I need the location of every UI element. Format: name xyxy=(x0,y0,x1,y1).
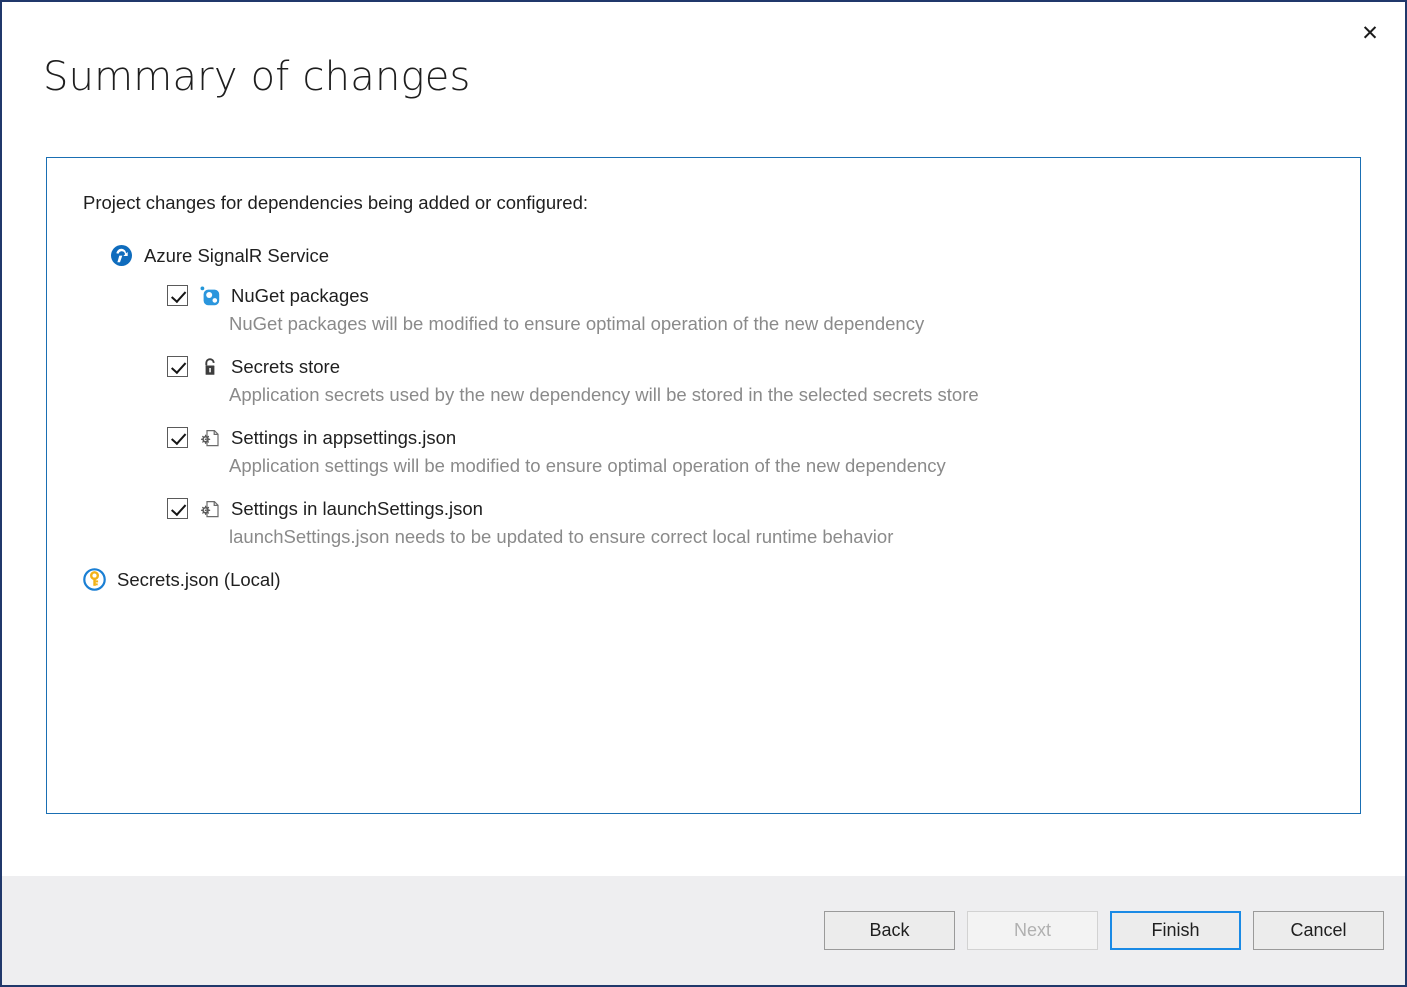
secrets-json-label: Secrets.json (Local) xyxy=(117,569,280,591)
changes-panel: Project changes for dependencies being a… xyxy=(46,157,1361,814)
dependency-header: Azure SignalR Service xyxy=(110,244,1324,267)
nuget-package-icon xyxy=(198,284,221,307)
settings-file-icon xyxy=(198,497,221,520)
key-icon xyxy=(83,568,106,591)
lock-icon xyxy=(198,355,221,378)
change-description: launchSettings.json needs to be updated … xyxy=(229,526,1324,548)
change-row[interactable]: NuGet packages xyxy=(167,284,1324,307)
close-icon[interactable]: ✕ xyxy=(1351,16,1389,50)
change-row[interactable]: Secrets store xyxy=(167,355,1324,378)
change-row[interactable]: Settings in launchSettings.json xyxy=(167,497,1324,520)
secrets-store-checkbox[interactable] xyxy=(167,356,188,377)
summary-of-changes-dialog: ✕ Summary of changes Project changes for… xyxy=(0,0,1407,987)
change-label: Secrets store xyxy=(231,356,340,378)
change-label: NuGet packages xyxy=(231,285,369,307)
change-row[interactable]: Settings in appsettings.json xyxy=(167,426,1324,449)
page-title: Summary of changes xyxy=(43,54,1405,100)
secrets-json-entry: Secrets.json (Local) xyxy=(83,568,1324,591)
cancel-button[interactable]: Cancel xyxy=(1253,911,1384,950)
change-label: Settings in launchSettings.json xyxy=(231,498,483,520)
next-button: Next xyxy=(967,911,1098,950)
dependency-name: Azure SignalR Service xyxy=(144,245,329,267)
change-description: Application settings will be modified to… xyxy=(229,455,1324,477)
settings-file-icon xyxy=(198,426,221,449)
finish-button[interactable]: Finish xyxy=(1110,911,1241,950)
intro-text: Project changes for dependencies being a… xyxy=(83,192,1324,214)
appsettings-checkbox[interactable] xyxy=(167,427,188,448)
change-description: NuGet packages will be modified to ensur… xyxy=(229,313,1324,335)
dependency-group: Azure SignalR Service NuGet packages xyxy=(110,244,1324,591)
launchsettings-checkbox[interactable] xyxy=(167,498,188,519)
change-description: Application secrets used by the new depe… xyxy=(229,384,1324,406)
back-button[interactable]: Back xyxy=(824,911,955,950)
dialog-button-bar: Back Next Finish Cancel xyxy=(2,876,1405,985)
azure-signalr-icon xyxy=(110,244,133,267)
nuget-packages-checkbox[interactable] xyxy=(167,285,188,306)
change-list: NuGet packages NuGet packages will be mo… xyxy=(167,284,1324,548)
change-label: Settings in appsettings.json xyxy=(231,427,456,449)
